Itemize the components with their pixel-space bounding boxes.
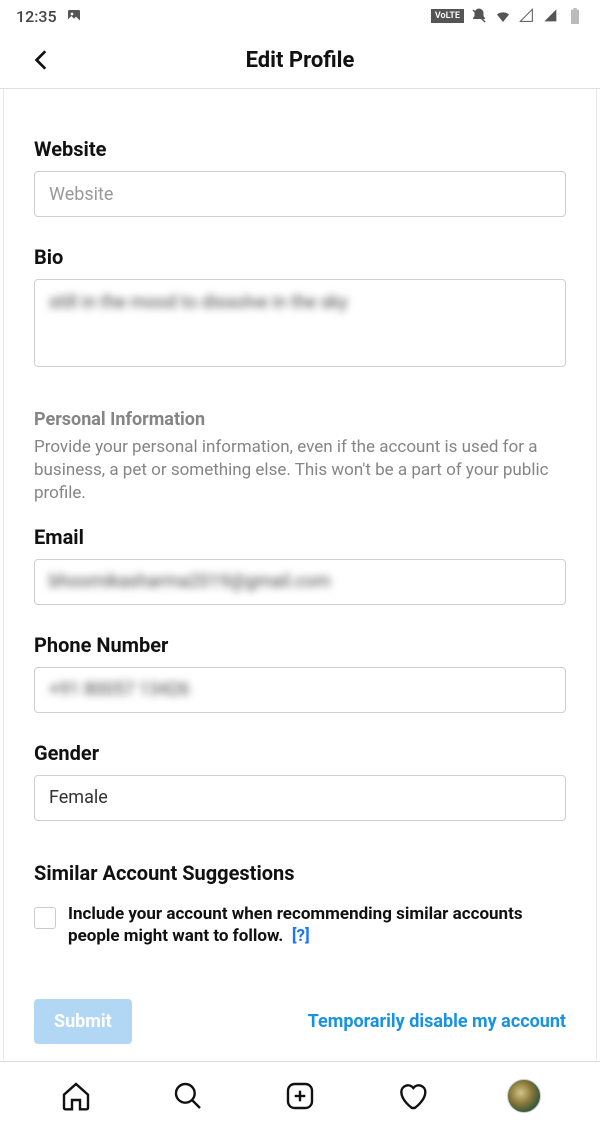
status-bar: 12:35 VoLTE	[0, 0, 600, 32]
website-label: Website	[34, 137, 566, 161]
nav-profile[interactable]	[505, 1077, 543, 1115]
email-value: bhoomikasharma2019@gmail.com	[49, 571, 331, 592]
bio-textarea[interactable]: still in the mood to dissolve in the sky	[34, 279, 566, 367]
back-button[interactable]	[28, 46, 56, 74]
bio-value: still in the mood to dissolve in the sky	[49, 292, 348, 313]
home-icon	[60, 1080, 92, 1112]
wifi-icon	[494, 7, 512, 25]
battery-icon	[566, 7, 584, 25]
submit-button[interactable]: Submit	[34, 999, 132, 1044]
nav-header: Edit Profile	[0, 32, 600, 88]
status-time: 12:35	[16, 7, 57, 26]
suggestions-checkbox[interactable]	[34, 907, 56, 929]
phone-label: Phone Number	[34, 633, 566, 657]
email-input[interactable]: bhoomikasharma2019@gmail.com	[34, 559, 566, 605]
bio-label: Bio	[34, 245, 566, 269]
website-input[interactable]	[34, 171, 566, 217]
volte-badge: VoLTE	[431, 9, 464, 23]
personal-info-heading: Personal Information	[34, 409, 566, 430]
email-label: Email	[34, 525, 566, 549]
nav-add[interactable]	[281, 1077, 319, 1115]
mute-icon	[470, 7, 488, 25]
nav-home[interactable]	[57, 1077, 95, 1115]
gender-select[interactable]: Female	[34, 775, 566, 821]
nav-search[interactable]	[169, 1077, 207, 1115]
signal-icon-2	[542, 7, 560, 25]
signal-icon	[518, 7, 536, 25]
nav-activity[interactable]	[393, 1077, 431, 1115]
suggestions-heading: Similar Account Suggestions	[34, 861, 566, 885]
bottom-nav	[0, 1061, 600, 1129]
add-post-icon	[284, 1080, 316, 1112]
disable-account-link[interactable]: Temporarily disable my account	[308, 1011, 566, 1032]
photo-icon	[65, 7, 83, 25]
search-icon	[172, 1080, 204, 1112]
gender-value: Female	[49, 787, 108, 808]
phone-value: +91 80057 13426	[49, 679, 190, 700]
phone-input[interactable]: +91 80057 13426	[34, 667, 566, 713]
content-area: Website Bio still in the mood to dissolv…	[3, 89, 597, 1059]
personal-info-desc: Provide your personal information, even …	[34, 436, 566, 505]
suggestions-label: Include your account when recommending s…	[68, 903, 566, 947]
avatar	[507, 1079, 541, 1113]
page-title: Edit Profile	[246, 48, 355, 73]
chevron-left-icon	[29, 47, 55, 73]
gender-label: Gender	[34, 741, 566, 765]
heart-icon	[396, 1080, 428, 1112]
help-link[interactable]: [?]	[292, 926, 310, 946]
